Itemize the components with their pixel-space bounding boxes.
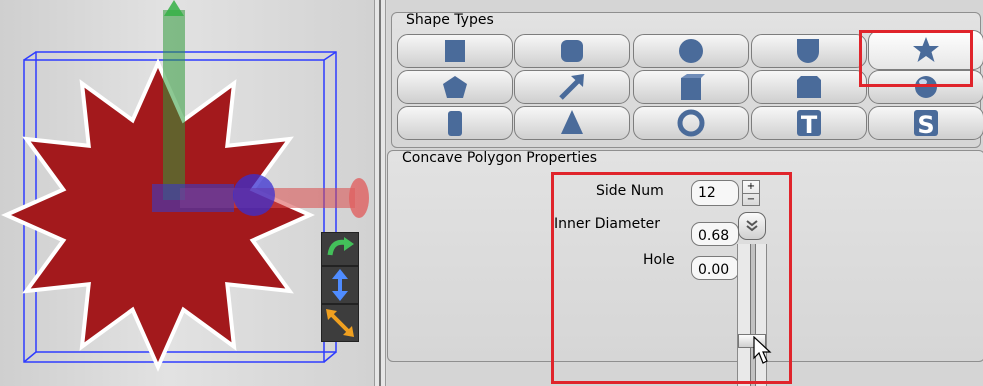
rotate-tool-button[interactable] <box>321 232 359 266</box>
chamfer-box-shape-button[interactable] <box>751 70 867 104</box>
x-axis-arrow-icon[interactable] <box>349 178 369 218</box>
half-cylinder-icon <box>797 39 819 63</box>
svg-text:T: T <box>801 111 818 139</box>
inner-diameter-value: 0.68 <box>698 228 730 244</box>
cone-shape-button[interactable] <box>514 106 630 140</box>
shape-types-title: Shape Types <box>406 12 494 28</box>
properties-title: Concave Polygon Properties <box>402 150 598 166</box>
text-s-icon: S <box>914 110 938 139</box>
text-s-shape-button[interactable]: S <box>868 106 983 140</box>
torus-shape-button[interactable] <box>633 106 749 140</box>
side-num-stepper[interactable]: + − <box>742 180 760 206</box>
chamfer-box-icon <box>797 76 821 98</box>
text-t-icon: T <box>797 110 821 139</box>
star-shape-button[interactable] <box>868 30 983 70</box>
ball-shape-button[interactable] <box>868 70 983 104</box>
box-icon <box>681 74 705 100</box>
scale-icon <box>326 309 354 337</box>
3d-viewport[interactable] <box>0 0 374 386</box>
inner-diameter-label: Inner Diameter <box>554 216 661 232</box>
hole-value: 0.00 <box>698 262 730 278</box>
torus-icon <box>677 109 705 137</box>
z-axis-ball[interactable] <box>233 174 275 216</box>
arrow-icon <box>559 74 584 100</box>
side-num-value: 12 <box>698 185 716 201</box>
rotate-icon <box>327 237 354 256</box>
star-icon <box>913 37 939 62</box>
inner-diameter-input[interactable]: 0.68 <box>691 222 739 246</box>
cube-icon <box>445 40 465 62</box>
pentagon-shape-button[interactable] <box>397 70 513 104</box>
ball-icon <box>915 76 937 98</box>
svg-text:S: S <box>917 111 934 139</box>
arrow-shape-button[interactable] <box>514 70 630 104</box>
pentagon-icon <box>443 76 467 98</box>
concave-polygon-shape[interactable] <box>1 58 315 372</box>
box-shape-button[interactable] <box>633 70 749 104</box>
mouse-cursor-icon <box>753 336 772 364</box>
cylinder-shape-button[interactable] <box>397 106 513 140</box>
sphere-shape-button[interactable] <box>633 34 749 68</box>
side-num-input[interactable]: 12 <box>691 180 739 206</box>
z-axis-handle[interactable] <box>152 184 234 212</box>
scene-canvas[interactable] <box>0 0 374 386</box>
double-chevron-down-icon <box>746 220 758 232</box>
y-axis-arrow-icon[interactable] <box>164 0 184 16</box>
hole-input[interactable]: 0.00 <box>691 256 739 280</box>
hole-label: Hole <box>643 252 675 268</box>
half-cylinder-shape-button[interactable] <box>751 34 867 68</box>
y-axis-handle[interactable] <box>163 10 185 200</box>
concave-polygon-properties-group: Concave Polygon Properties <box>387 150 983 362</box>
inner-diameter-slider-toggle[interactable] <box>738 212 766 240</box>
stepper-down-icon[interactable]: − <box>743 194 759 206</box>
stepper-up-icon[interactable]: + <box>743 181 759 194</box>
scale-tool-button[interactable] <box>321 304 359 342</box>
rounded-cube-icon <box>561 40 583 62</box>
rounded-cube-shape-button[interactable] <box>514 34 630 68</box>
properties-panel: Shape Types T S Concave Polygon Propertie… <box>387 0 983 386</box>
cone-icon <box>561 110 583 134</box>
text-t-shape-button[interactable]: T <box>751 106 867 140</box>
cylinder-icon <box>448 111 462 136</box>
sphere-icon <box>679 39 703 63</box>
vertical-move-icon <box>332 269 348 301</box>
cube-shape-button[interactable] <box>397 34 513 68</box>
side-num-label: Side Num <box>596 183 664 199</box>
panel-splitter[interactable] <box>374 0 386 386</box>
move-tool-button[interactable] <box>321 266 359 304</box>
